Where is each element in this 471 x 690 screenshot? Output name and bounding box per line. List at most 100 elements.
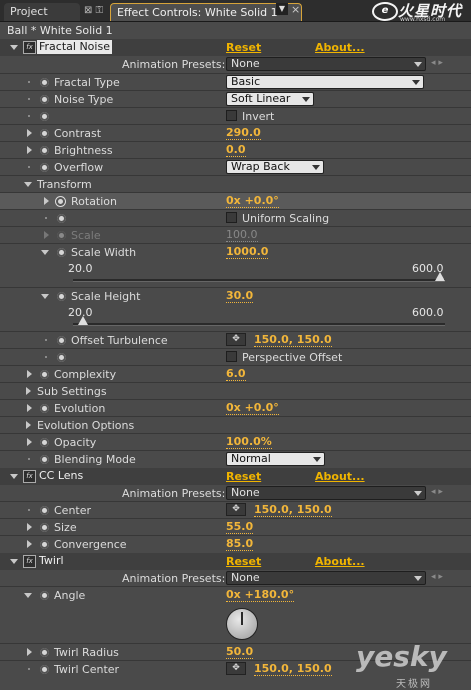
perspective-offset-checkbox[interactable]: [226, 351, 237, 362]
complexity-value[interactable]: 6.0: [226, 368, 246, 381]
twirl-center-value[interactable]: 150.0, 150.0: [254, 663, 332, 676]
tab-project[interactable]: Project: [4, 3, 80, 21]
preset-nav-icon[interactable]: ◂ ▸: [431, 58, 443, 68]
opacity-value[interactable]: 100.0%: [226, 436, 272, 449]
slider-track[interactable]: [73, 279, 445, 282]
collapse-triangle-icon[interactable]: [10, 45, 18, 50]
effect-name-fractal-noise[interactable]: Fractal Noise: [37, 40, 112, 54]
stopwatch-icon[interactable]: [40, 455, 49, 464]
fx-toggle-icon[interactable]: fx: [23, 470, 36, 483]
expand-triangle-icon[interactable]: [26, 421, 31, 429]
stopwatch-icon[interactable]: [40, 665, 49, 674]
about-button[interactable]: About...: [315, 470, 365, 483]
stopwatch-icon[interactable]: [40, 540, 49, 549]
angle-dial[interactable]: [226, 608, 258, 640]
stopwatch-icon[interactable]: [40, 523, 49, 532]
expand-triangle-icon[interactable]: [27, 129, 32, 137]
crosshair-icon[interactable]: ✥: [226, 333, 246, 346]
expand-triangle-icon[interactable]: [27, 523, 32, 531]
slider-thumb[interactable]: [435, 272, 445, 281]
stopwatch-icon[interactable]: [40, 591, 49, 600]
fractal-type-dropdown[interactable]: Basic: [226, 75, 424, 89]
effect-name-twirl[interactable]: Twirl: [37, 554, 66, 568]
noise-type-dropdown[interactable]: Soft Linear: [226, 92, 314, 106]
stopwatch-icon[interactable]: [40, 404, 49, 413]
stopwatch-icon[interactable]: [57, 248, 66, 257]
preset-nav-icon[interactable]: ◂ ▸: [431, 572, 443, 582]
center-value[interactable]: 150.0, 150.0: [254, 504, 332, 517]
expand-triangle-icon[interactable]: [27, 648, 32, 656]
reset-button[interactable]: Reset: [226, 555, 261, 568]
expand-triangle-icon[interactable]: [26, 387, 31, 395]
brightness-value[interactable]: 0.0: [226, 144, 246, 157]
angle-value[interactable]: 0x +180.0°: [226, 589, 295, 602]
blending-mode-value: Normal: [231, 452, 271, 465]
stopwatch-icon[interactable]: [40, 129, 49, 138]
expand-triangle-icon[interactable]: [27, 146, 32, 154]
noise-type-label: Noise Type: [54, 93, 114, 106]
crosshair-icon[interactable]: ✥: [226, 662, 246, 675]
collapse-triangle-icon[interactable]: [41, 250, 49, 255]
expand-triangle-icon[interactable]: [27, 540, 32, 548]
slider-track[interactable]: [73, 323, 445, 326]
stopwatch-icon[interactable]: [57, 336, 66, 345]
collapse-triangle-icon[interactable]: [41, 294, 49, 299]
collapse-triangle-icon[interactable]: [10, 474, 18, 479]
expand-triangle-icon[interactable]: [27, 438, 32, 446]
tab-effect-controls[interactable]: Effect Controls: White Solid 1: [110, 3, 302, 21]
expand-triangle-icon[interactable]: [27, 370, 32, 378]
evolution-value[interactable]: 0x +0.0°: [226, 402, 279, 415]
stopwatch-icon[interactable]: [40, 648, 49, 657]
stopwatch-icon[interactable]: [40, 78, 49, 87]
overflow-dropdown[interactable]: Wrap Back: [226, 160, 324, 174]
invert-label: Invert: [242, 110, 275, 123]
animation-presets-dropdown[interactable]: None: [226, 57, 426, 71]
stopwatch-icon[interactable]: [40, 95, 49, 104]
reset-button[interactable]: Reset: [226, 470, 261, 483]
animation-presets-dropdown[interactable]: None: [226, 571, 426, 585]
lock-icon[interactable]: ⊠ ⚿: [84, 5, 103, 16]
rotation-value[interactable]: 0x +0.0°: [226, 195, 279, 208]
contrast-value[interactable]: 290.0: [226, 127, 261, 140]
stopwatch-icon[interactable]: [57, 353, 66, 362]
preset-nav-icon[interactable]: ◂ ▸: [431, 487, 443, 497]
fx-toggle-icon[interactable]: fx: [23, 555, 36, 568]
expand-triangle-icon[interactable]: [27, 404, 32, 412]
expand-triangle-icon[interactable]: [44, 197, 49, 205]
scale-width-value[interactable]: 1000.0: [226, 246, 269, 259]
stopwatch-icon[interactable]: [40, 438, 49, 447]
param-contrast: Contrast 290.0: [0, 125, 471, 142]
close-icon[interactable]: ×: [291, 3, 300, 16]
param-offset-turbulence: Offset Turbulence ✥ 150.0, 150.0: [0, 332, 471, 349]
scale-height-value[interactable]: 30.0: [226, 290, 254, 303]
stopwatch-icon[interactable]: [40, 506, 49, 515]
scale-width-label: Scale Width: [71, 246, 137, 259]
stopwatch-icon[interactable]: [40, 112, 49, 121]
stopwatch-icon[interactable]: [40, 370, 49, 379]
opacity-label: Opacity: [54, 436, 97, 449]
size-value[interactable]: 55.0: [226, 521, 254, 534]
crosshair-icon[interactable]: ✥: [226, 503, 246, 516]
collapse-triangle-icon[interactable]: [24, 182, 32, 187]
about-button[interactable]: About...: [315, 41, 365, 54]
panel-menu-icon[interactable]: ▼: [276, 3, 288, 15]
twirl-radius-value[interactable]: 50.0: [226, 646, 254, 659]
stopwatch-icon[interactable]: [56, 197, 65, 206]
about-button[interactable]: About...: [315, 555, 365, 568]
blending-mode-dropdown[interactable]: Normal: [226, 452, 325, 466]
stopwatch-icon[interactable]: [57, 292, 66, 301]
collapse-triangle-icon[interactable]: [10, 559, 18, 564]
invert-checkbox[interactable]: [226, 110, 237, 121]
animation-presets-dropdown[interactable]: None: [226, 486, 426, 500]
stopwatch-icon[interactable]: [40, 163, 49, 172]
collapse-triangle-icon[interactable]: [24, 593, 32, 598]
stopwatch-icon[interactable]: [57, 214, 66, 223]
convergence-value[interactable]: 85.0: [226, 538, 254, 551]
slider-thumb[interactable]: [78, 316, 89, 325]
stopwatch-icon[interactable]: [40, 146, 49, 155]
reset-button[interactable]: Reset: [226, 41, 261, 54]
uniform-scaling-checkbox[interactable]: [226, 212, 237, 223]
fx-toggle-icon[interactable]: fx: [23, 41, 36, 54]
effect-name-cc-lens[interactable]: CC Lens: [37, 469, 85, 483]
offset-turbulence-value[interactable]: 150.0, 150.0: [254, 334, 332, 347]
